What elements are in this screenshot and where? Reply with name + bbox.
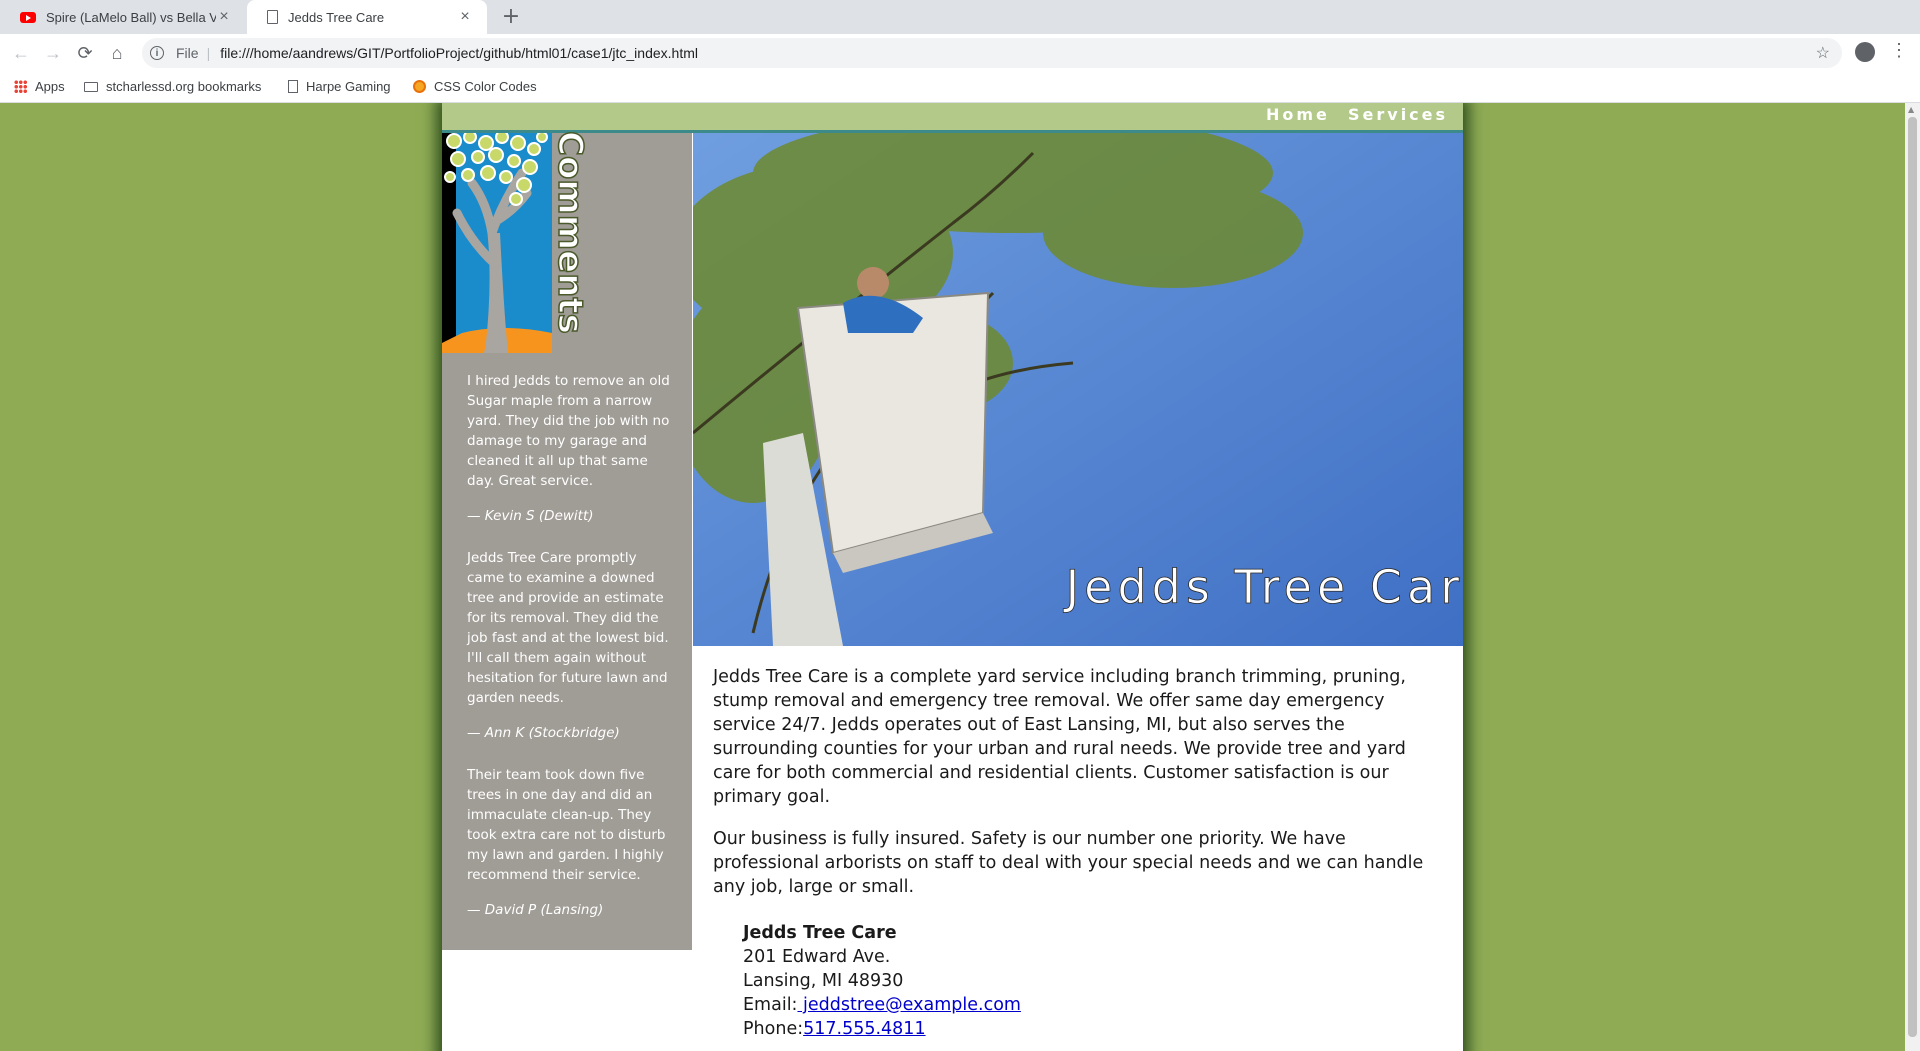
testimonial-quote: Their team took down five trees in one d…: [467, 767, 666, 883]
tab-jedds[interactable]: Jedds Tree Care ×: [247, 0, 487, 34]
close-tab-icon[interactable]: ×: [457, 8, 473, 26]
testimonials-list: I hired Jedds to remove an old Sugar map…: [467, 371, 672, 942]
profile-avatar-icon[interactable]: [1855, 42, 1875, 62]
info-icon[interactable]: i: [150, 46, 164, 60]
comments-sidebar: Comments I hired Jedds to remove an old …: [442, 130, 692, 950]
bookmark-stcharlessd[interactable]: stcharlessd.org bookmarks: [84, 79, 261, 94]
phone-label: Phone:: [743, 1019, 804, 1039]
home-icon[interactable]: ⌂: [104, 40, 130, 66]
bookmark-label: stcharlessd.org bookmarks: [106, 79, 262, 94]
bookmark-label: CSS Color Codes: [434, 79, 537, 94]
comments-heading: Comments: [551, 130, 591, 334]
email-label: Email:: [743, 995, 798, 1015]
youtube-icon: [20, 11, 36, 23]
back-arrow-icon[interactable]: ←: [8, 40, 34, 66]
main-content: Jedds Tree Care is a complete yard servi…: [713, 665, 1443, 917]
page-icon: [267, 10, 278, 24]
page-icon: [288, 80, 298, 93]
contact-address: Jedds Tree Care 201 Edward Ave. Lansing,…: [743, 921, 1243, 1041]
scroll-thumb[interactable]: [1908, 117, 1917, 1037]
email-link[interactable]: jeddstree@example.com: [797, 995, 1021, 1015]
testimonial-quote: I hired Jedds to remove an old Sugar map…: [467, 373, 670, 489]
testimonial-author: — Ann K (Stockbridge): [467, 725, 620, 741]
page-scrollbar[interactable]: ▲: [1905, 103, 1920, 1051]
site-nav: Home Services: [442, 103, 1463, 133]
menu-icon[interactable]: ⋮: [1890, 40, 1908, 61]
new-tab-button[interactable]: +: [498, 4, 524, 30]
phone-row: Phone:517.555.4811: [743, 1017, 1243, 1041]
email-row: Email: jeddstree@example.com: [743, 993, 1243, 1017]
tab-strip: Spire (LaMelo Ball) vs Bella Vi × Jedds …: [0, 0, 1920, 34]
bookmarks-bar: Apps stcharlessd.org bookmarks Harpe Gam…: [0, 72, 1920, 103]
tab-title: Jedds Tree Care: [288, 9, 385, 25]
nav-services-link[interactable]: Services: [1348, 105, 1448, 124]
testimonial-author: — David P (Lansing): [467, 902, 604, 918]
bookmark-harpe-gaming[interactable]: Harpe Gaming: [288, 79, 391, 94]
scroll-up-icon[interactable]: ▲: [1908, 105, 1914, 114]
bookmark-apps[interactable]: Apps: [14, 79, 65, 94]
nav-home-link[interactable]: Home: [1266, 105, 1330, 124]
tab-youtube[interactable]: Spire (LaMelo Ball) vs Bella Vi ×: [0, 0, 246, 34]
close-tab-icon[interactable]: ×: [216, 8, 232, 26]
forward-arrow-icon[interactable]: →: [40, 40, 66, 66]
folder-icon: [84, 81, 98, 92]
intro-paragraph: Jedds Tree Care is a complete yard servi…: [713, 667, 1406, 807]
url-text[interactable]: file:///home/aandrews/GIT/PortfolioProje…: [220, 45, 698, 61]
page-viewport: Home Services Comments I hired Jedds to …: [0, 103, 1920, 1051]
business-name: Jedds Tree Care: [743, 923, 897, 943]
css-site-icon: [413, 80, 426, 93]
street-address: 201 Edward Ave.: [743, 947, 891, 967]
file-label: File: [176, 45, 199, 61]
separator: |: [206, 45, 211, 61]
safety-paragraph: Our business is fully insured. Safety is…: [713, 829, 1424, 897]
bookmark-css-color-codes[interactable]: CSS Color Codes: [413, 79, 537, 94]
testimonial-quote: Jedds Tree Care promptly came to examine…: [467, 550, 669, 706]
comments-heading-text: Comments: [551, 131, 590, 334]
bookmark-label: Harpe Gaming: [306, 79, 391, 94]
bookmark-label: Apps: [35, 79, 65, 94]
hero-image: Jedds Tree Care: [693, 133, 1463, 646]
testimonial-author: — Kevin S (Dewitt): [467, 508, 594, 524]
reload-icon[interactable]: ⟳: [72, 40, 98, 66]
phone-link[interactable]: 517.555.4811: [803, 1019, 925, 1039]
browser-toolbar: ← → ⟳ ⌂ i File | file:///home/aandrews/G…: [0, 34, 1920, 72]
apps-grid-icon: [14, 80, 27, 93]
star-icon[interactable]: ☆: [1816, 43, 1830, 63]
address-bar[interactable]: i File | file:///home/aandrews/GIT/Portf…: [142, 38, 1842, 68]
hero-title: Jedds Tree Care: [1063, 560, 1463, 614]
tab-title: Spire (LaMelo Ball) vs Bella Vi: [46, 9, 216, 25]
site-container: Home Services Comments I hired Jedds to …: [442, 103, 1463, 1051]
city-state-zip: Lansing, MI 48930: [743, 971, 904, 991]
